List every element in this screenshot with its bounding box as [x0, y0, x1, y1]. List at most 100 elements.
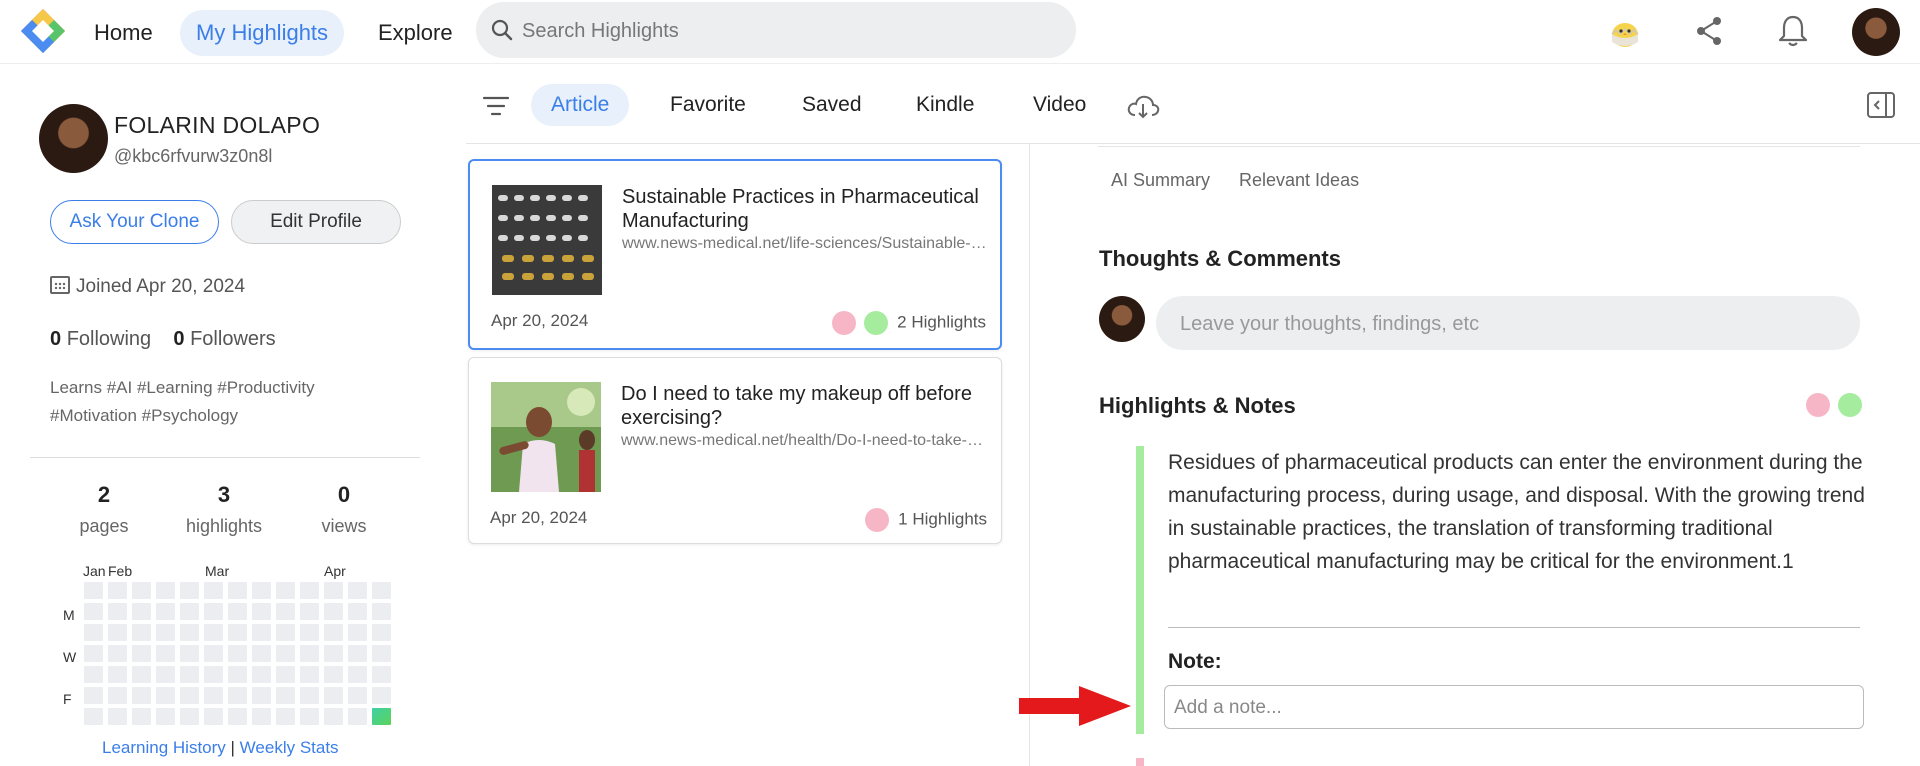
- heatmap-cell: [180, 582, 199, 599]
- heatmap-cell: [84, 603, 103, 620]
- tab-article[interactable]: Article: [531, 84, 630, 126]
- link-separator: |: [230, 738, 235, 757]
- heatmap-day: F: [63, 691, 72, 707]
- heatmap-cell: [108, 645, 127, 662]
- search-icon: [491, 19, 513, 41]
- heatmap-cell: [252, 624, 271, 641]
- heatmap-cell: [252, 687, 271, 704]
- heatmap-cell: [300, 687, 319, 704]
- weekly-stats-link[interactable]: Weekly Stats: [240, 738, 339, 757]
- heatmap-cell: [204, 708, 223, 725]
- heatmap-cell: [348, 645, 367, 662]
- heatmap-month: Feb: [108, 563, 133, 579]
- heatmap-cell: [348, 708, 367, 725]
- heatmap-cell: [204, 645, 223, 662]
- note-input[interactable]: Add a note...: [1164, 685, 1864, 729]
- stat-views-number: 0: [337, 482, 351, 507]
- pink-filter-dot[interactable]: [1806, 393, 1830, 417]
- heatmap-cell: [372, 645, 391, 662]
- highlight-count: 2 Highlights: [831, 311, 986, 335]
- chick-icon[interactable]: [1606, 12, 1644, 50]
- green-filter-dot[interactable]: [1838, 393, 1863, 417]
- highlight-color-filter: [1806, 393, 1866, 417]
- tab-ai-summary[interactable]: AI Summary: [1111, 170, 1210, 191]
- heatmap-cell: [132, 603, 151, 620]
- heatmap-day: W: [63, 649, 77, 665]
- tab-relevant-ideas[interactable]: Relevant Ideas: [1239, 170, 1359, 191]
- heatmap-cell: [132, 708, 151, 725]
- article-card[interactable]: Sustainable Practices in Pharmaceutical …: [468, 159, 1002, 350]
- nav-my-highlights[interactable]: My Highlights: [180, 10, 345, 56]
- heatmap-cell: [372, 666, 391, 683]
- highlight-text[interactable]: Residues of pharmaceutical products can …: [1168, 446, 1868, 578]
- heatmap-cell: [156, 582, 175, 599]
- pink-highlight-dot: [865, 508, 890, 532]
- thoughts-title: Thoughts & Comments: [1099, 246, 1341, 271]
- heatmap-cell: [300, 603, 319, 620]
- stat-pages: 2 pages: [49, 482, 159, 537]
- ask-your-clone-button[interactable]: Ask Your Clone: [50, 200, 219, 244]
- heatmap-cell: [252, 645, 271, 662]
- article-card[interactable]: Do I need to take my makeup off before e…: [468, 357, 1002, 544]
- profile-tags: Learns #AI #Learning #Productivity #Moti…: [50, 378, 315, 425]
- heatmap-cell: [300, 624, 319, 641]
- next-highlight-bar: [1136, 758, 1144, 766]
- heatmap-cell: [204, 582, 223, 599]
- heatmap-cell: [108, 666, 127, 683]
- top-bar: Home My Highlights Explore Search Highli…: [0, 0, 1920, 64]
- heatmap-cell: [108, 687, 127, 704]
- heatmap-cell: [228, 666, 247, 683]
- search-placeholder: Search Highlights: [522, 20, 679, 42]
- collapse-panel-icon[interactable]: [1866, 90, 1896, 120]
- heatmap-cell: [276, 582, 295, 599]
- heatmap-cell: [156, 708, 175, 725]
- user-avatar[interactable]: [1852, 8, 1900, 56]
- heatmap-cell: [348, 687, 367, 704]
- cloud-download-icon[interactable]: [1126, 91, 1160, 121]
- highlight-count: 1 Highlights: [865, 508, 987, 532]
- heatmap-cell: [228, 624, 247, 641]
- nav-home[interactable]: Home: [78, 10, 169, 56]
- heatmap-cell: [108, 624, 127, 641]
- followers-label[interactable]: Followers: [190, 328, 276, 350]
- annotation-arrow-icon: [1019, 686, 1131, 726]
- heatmap-cell: [324, 645, 343, 662]
- following-label[interactable]: Following: [67, 328, 151, 350]
- heatmap-cell: [276, 708, 295, 725]
- follow-counts: 0 Following 0 Followers: [50, 328, 276, 351]
- stat-views-label: views: [321, 516, 367, 536]
- heatmap-cell: [276, 645, 295, 662]
- share-icon[interactable]: [1690, 12, 1728, 50]
- filter-icon[interactable]: [482, 94, 510, 118]
- article-title[interactable]: Do I need to take my makeup off before e…: [621, 382, 991, 430]
- app-logo-icon[interactable]: [18, 6, 68, 56]
- article-title[interactable]: Sustainable Practices in Pharmaceutical …: [622, 185, 992, 233]
- following-count[interactable]: 0: [50, 328, 61, 350]
- heatmap-cell: [228, 687, 247, 704]
- tab-favorite[interactable]: Favorite: [650, 84, 766, 126]
- tab-saved[interactable]: Saved: [782, 84, 882, 126]
- heatmap-cell: [204, 666, 223, 683]
- heatmap-cell: [180, 708, 199, 725]
- profile-divider: [30, 457, 420, 458]
- edit-profile-button[interactable]: Edit Profile: [231, 200, 401, 244]
- tab-video[interactable]: Video: [1013, 84, 1106, 126]
- heatmap-cell: [108, 603, 127, 620]
- learning-history-link[interactable]: Learning History: [102, 738, 226, 757]
- highlights-title: Highlights & Notes: [1099, 393, 1296, 418]
- stat-pages-label: pages: [79, 516, 129, 536]
- heatmap-month: Apr: [324, 563, 346, 579]
- profile-avatar: [39, 104, 108, 173]
- heatmap-cell: [324, 582, 343, 599]
- nav-explore[interactable]: Explore: [362, 10, 469, 56]
- bell-icon[interactable]: [1774, 12, 1812, 50]
- comment-input[interactable]: Leave your thoughts, findings, etc: [1156, 296, 1860, 350]
- search-input[interactable]: Search Highlights: [476, 2, 1076, 58]
- heatmap-cell: [228, 582, 247, 599]
- heatmap-cell: [276, 603, 295, 620]
- tab-kindle[interactable]: Kindle: [896, 84, 994, 126]
- followers-count[interactable]: 0: [173, 328, 184, 350]
- heatmap-cell: [324, 708, 343, 725]
- profile-name: FOLARIN DOLAPO: [114, 112, 321, 138]
- heatmap-day: M: [63, 607, 75, 623]
